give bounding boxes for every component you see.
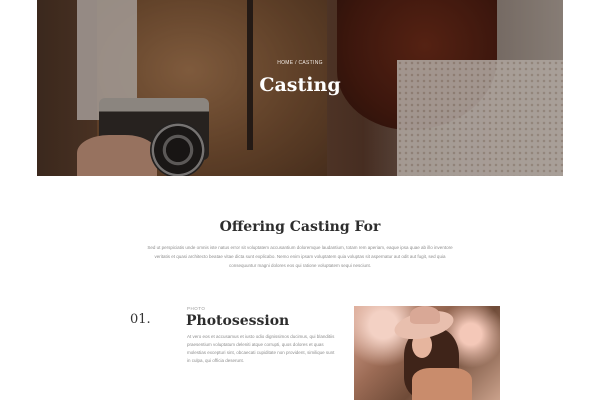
offering-description: Sed ut perspiciatis unde omnis iste natu… <box>147 245 453 268</box>
service-title: Photosession <box>186 313 290 329</box>
service-category: PHOTO <box>187 306 206 311</box>
photo-dress <box>412 368 472 400</box>
service-number: 01. <box>130 312 151 327</box>
page-title: Casting <box>259 74 341 96</box>
hero-banner: HOME / CASTING Casting <box>37 0 563 176</box>
photo-hat-crown <box>410 306 440 324</box>
breadcrumb[interactable]: HOME / CASTING <box>37 60 563 66</box>
service-description: At vero eos et accusamus et iusto odio d… <box>187 334 335 363</box>
photosession-image <box>354 306 500 400</box>
offering-heading: Offering Casting For <box>219 219 381 235</box>
